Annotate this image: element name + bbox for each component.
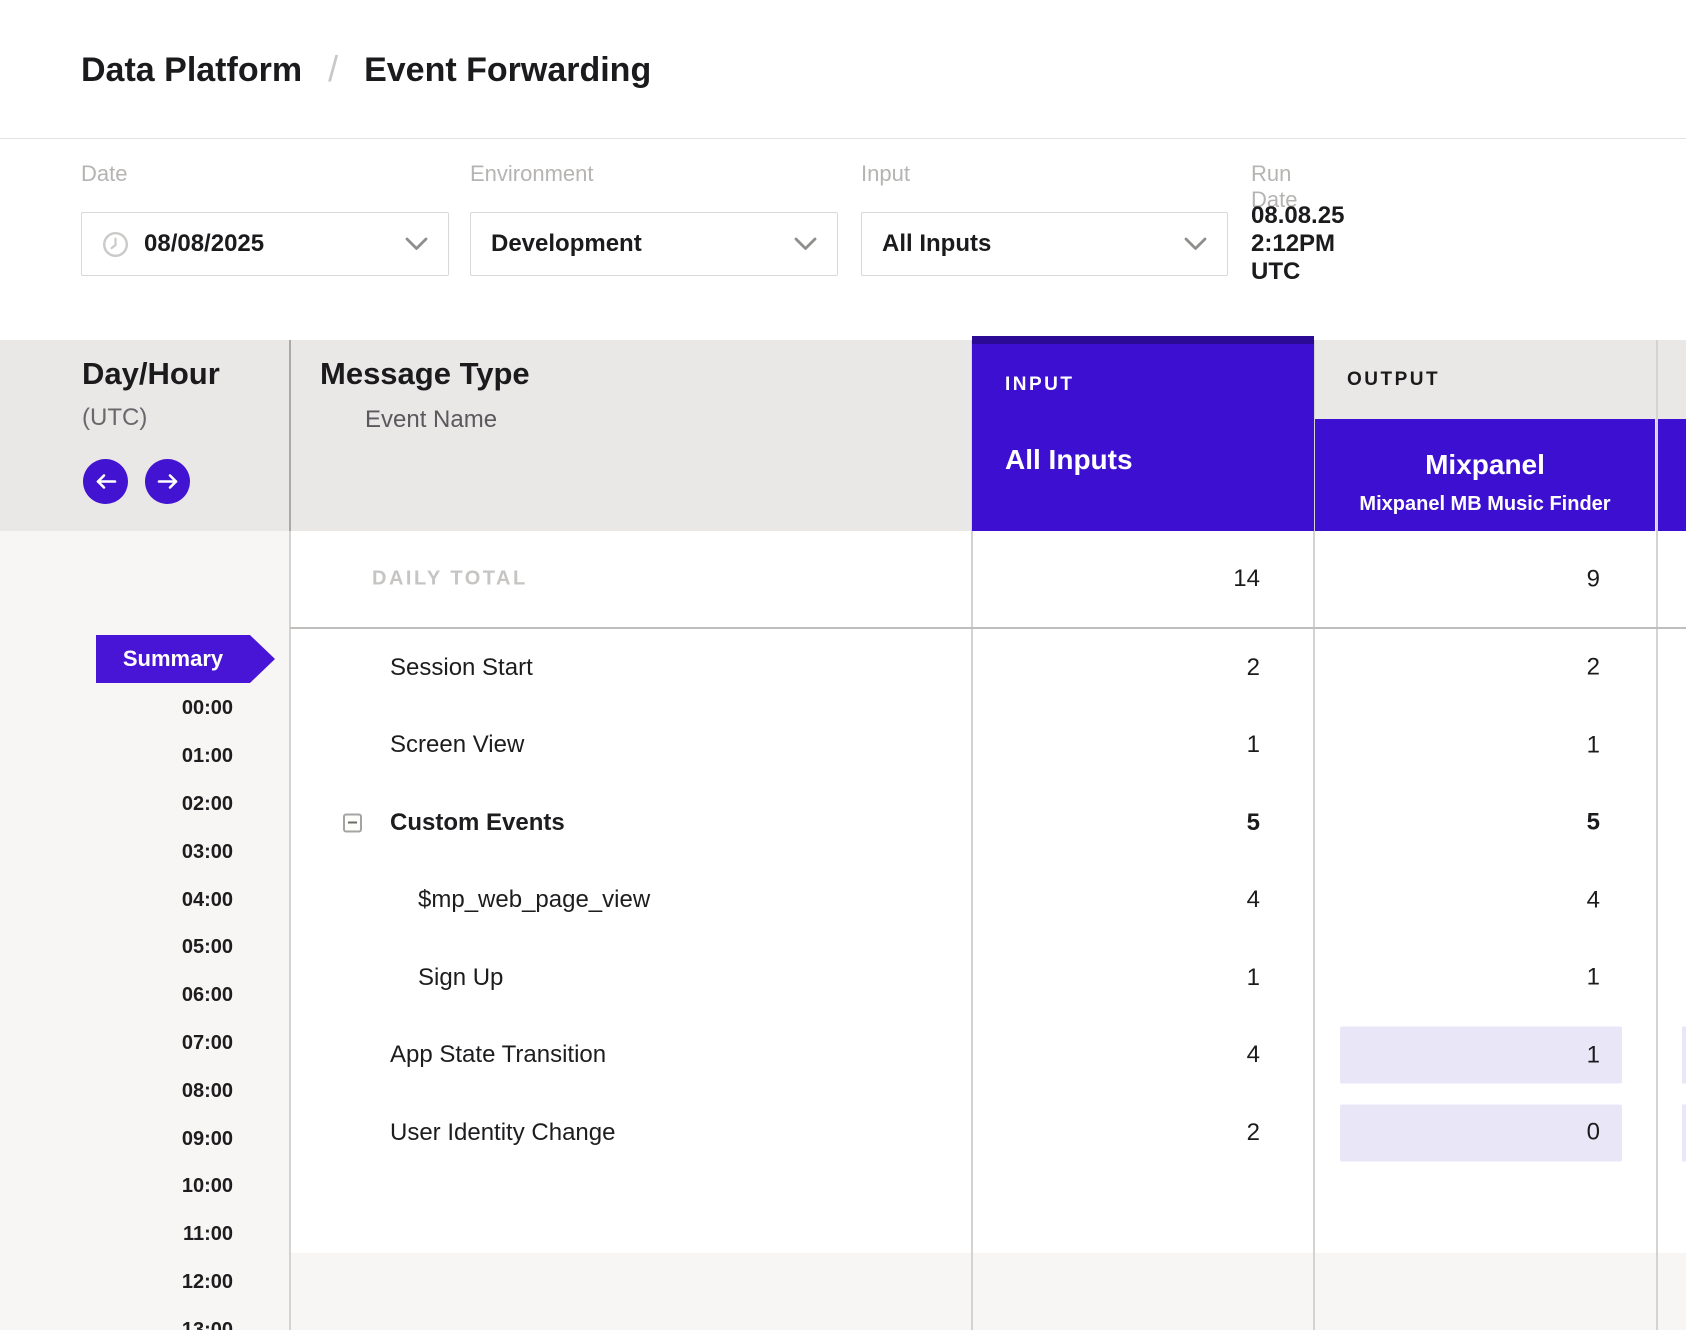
- event-name-subheader: Event Name: [365, 406, 497, 434]
- input-dropdown[interactable]: All Inputs: [861, 212, 1228, 276]
- summary-label: Summary: [123, 646, 223, 672]
- next-output-column-header[interactable]: [1658, 419, 1686, 531]
- input-count: 4: [1247, 1041, 1260, 1069]
- output-section-label: OUTPUT: [1347, 369, 1440, 391]
- output-count-highlighted: 1: [1340, 1027, 1622, 1084]
- clock-icon: [102, 231, 129, 258]
- input-count: 5: [1247, 809, 1260, 837]
- hour-item[interactable]: 11:00: [0, 1211, 233, 1259]
- arrow-left-icon: [94, 473, 118, 490]
- breadcrumb: Data Platform / Event Forwarding: [0, 0, 1686, 139]
- hour-item[interactable]: 00:00: [0, 685, 233, 733]
- event-name-label: App State Transition: [390, 1041, 606, 1069]
- daily-total-separator: [290, 627, 1686, 629]
- summary-row-selector[interactable]: Summary: [96, 635, 275, 683]
- adjacent-output-highlight: [1682, 1104, 1686, 1161]
- hour-rail: 00:00 01:00 02:00 03:00 04:00 05:00 06:0…: [0, 685, 233, 1330]
- daily-total-label: DAILY TOTAL: [372, 568, 528, 591]
- daily-total-row: DAILY TOTAL 14 9: [290, 531, 1686, 627]
- environment-value: Development: [491, 230, 780, 258]
- input-count: 2: [1247, 1119, 1260, 1147]
- day-hour-header: Day/Hour: [82, 356, 220, 392]
- event-rows: Session Start 2 2 Screen View 1 1 Custom…: [290, 629, 1686, 1172]
- page-title: Event Forwarding: [364, 51, 651, 90]
- output-count: 2: [1340, 639, 1622, 696]
- table-row: Custom Events 5 5: [290, 784, 1686, 862]
- output-count: 1: [1340, 717, 1622, 774]
- matrix-bottom-strip: [290, 1253, 1686, 1330]
- input-section-label: INPUT: [1005, 374, 1075, 396]
- previous-day-button[interactable]: [83, 459, 128, 504]
- event-name-label: Custom Events: [390, 809, 565, 837]
- event-name-label: Session Start: [390, 654, 533, 682]
- hour-item[interactable]: 04:00: [0, 876, 233, 924]
- output-count-highlighted: 0: [1340, 1104, 1622, 1161]
- table-row: User Identity Change 2 0: [290, 1094, 1686, 1172]
- mixpanel-column-title: Mixpanel: [1315, 449, 1655, 481]
- date-dropdown[interactable]: 08/08/2025: [81, 212, 449, 276]
- hour-item[interactable]: 13:00: [0, 1306, 233, 1330]
- hour-item[interactable]: 05:00: [0, 924, 233, 972]
- message-type-header: Message Type: [320, 356, 530, 392]
- output-count: 5: [1340, 794, 1622, 851]
- table-row: Sign Up 1 1: [290, 939, 1686, 1017]
- event-name-label: Sign Up: [418, 964, 503, 992]
- input-count: 2: [1247, 654, 1260, 682]
- hour-item[interactable]: 01:00: [0, 733, 233, 781]
- hour-item[interactable]: 06:00: [0, 972, 233, 1020]
- date-filter-label: Date: [81, 161, 127, 187]
- breadcrumb-separator: /: [328, 48, 338, 90]
- chevron-down-icon: [794, 237, 817, 251]
- hour-item[interactable]: 09:00: [0, 1115, 233, 1163]
- hour-item[interactable]: 03:00: [0, 828, 233, 876]
- collapse-custom-events-button[interactable]: [343, 813, 362, 832]
- minus-square-icon: [348, 822, 357, 824]
- event-name-label: User Identity Change: [390, 1119, 615, 1147]
- run-date-value: 08.08.25 2:12PM UTC: [1251, 212, 1344, 276]
- chevron-down-icon: [1184, 237, 1207, 251]
- input-column-header[interactable]: INPUT All Inputs: [972, 336, 1314, 531]
- table-row: App State Transition 4 1: [290, 1017, 1686, 1095]
- input-value: All Inputs: [882, 230, 1170, 258]
- arrow-right-icon: [156, 473, 180, 490]
- column-divider: [289, 531, 291, 1330]
- input-count: 1: [1247, 731, 1260, 759]
- environment-filter-label: Environment: [470, 161, 594, 187]
- next-day-button[interactable]: [145, 459, 190, 504]
- output-count: 4: [1340, 872, 1622, 929]
- daily-total-output-value: 9: [1340, 551, 1622, 608]
- breadcrumb-section-link[interactable]: Data Platform: [81, 51, 302, 90]
- mixpanel-column-subtitle: Mixpanel MB Music Finder: [1315, 493, 1655, 516]
- input-count: 1: [1247, 964, 1260, 992]
- daily-total-input-value: 14: [1233, 565, 1260, 593]
- day-hour-timezone: (UTC): [82, 404, 147, 432]
- hour-item[interactable]: 08:00: [0, 1067, 233, 1115]
- output-count: 1: [1340, 949, 1622, 1006]
- table-row: $mp_web_page_view 4 4: [290, 862, 1686, 940]
- hour-item[interactable]: 07:00: [0, 1020, 233, 1068]
- input-count: 4: [1247, 886, 1260, 914]
- environment-dropdown[interactable]: Development: [470, 212, 838, 276]
- event-name-label: $mp_web_page_view: [418, 886, 650, 914]
- input-filter-label: Input: [861, 161, 910, 187]
- hour-item[interactable]: 12:00: [0, 1259, 233, 1307]
- date-value: 08/08/2025: [144, 230, 391, 258]
- table-row: Screen View 1 1: [290, 707, 1686, 785]
- filter-bar: Date 08/08/2025 Environment: [0, 139, 1686, 340]
- hour-item[interactable]: 02:00: [0, 781, 233, 829]
- table-row: Session Start 2 2: [290, 629, 1686, 707]
- event-name-label: Screen View: [390, 731, 524, 759]
- event-forwarding-page: Data Platform / Event Forwarding Date 08…: [0, 0, 1686, 1330]
- column-divider: [289, 340, 291, 531]
- hour-item[interactable]: 10:00: [0, 1163, 233, 1211]
- input-column-selected-strip: [972, 336, 1314, 344]
- chevron-down-icon: [405, 237, 428, 251]
- adjacent-output-highlight: [1682, 1027, 1686, 1084]
- input-column-title: All Inputs: [1005, 444, 1133, 476]
- mixpanel-column-header[interactable]: Mixpanel Mixpanel MB Music Finder: [1315, 419, 1655, 531]
